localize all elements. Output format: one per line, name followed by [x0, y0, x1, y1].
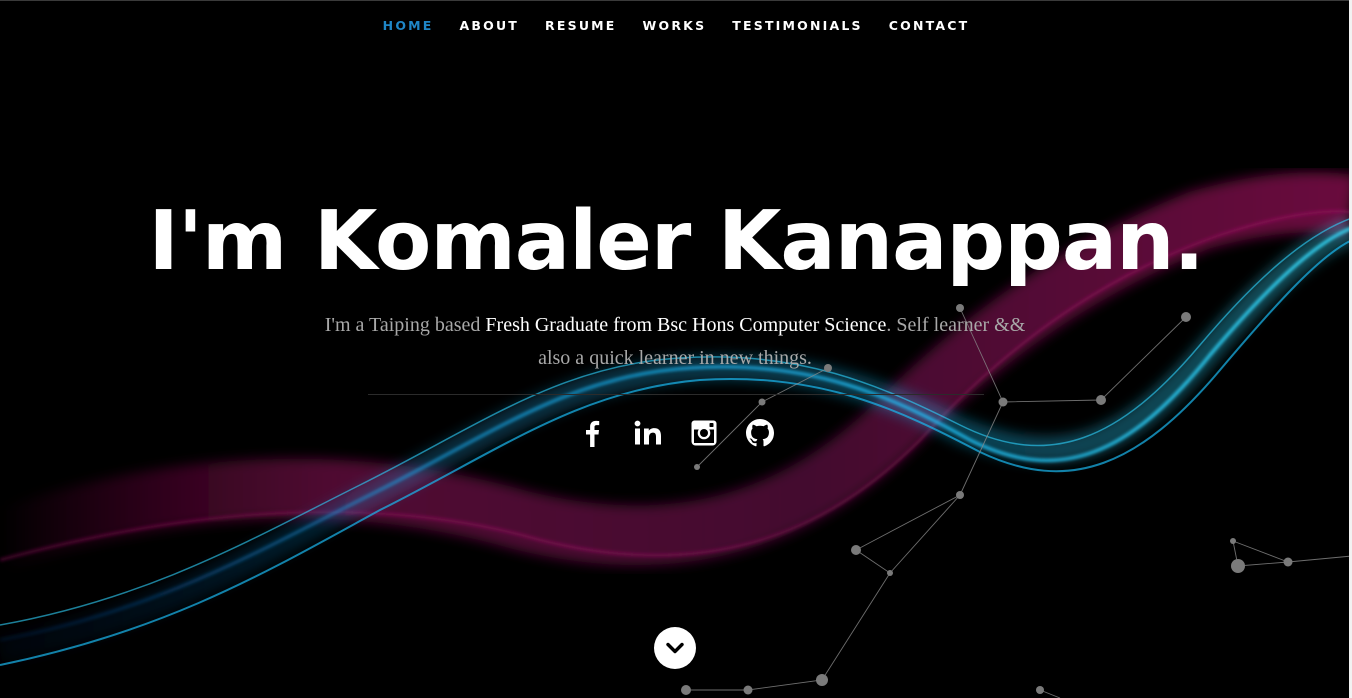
hero-section: I'm Komaler Kanappan. I'm a Taiping base… — [0, 0, 1352, 698]
hero-headline: I'm Komaler Kanappan. — [148, 194, 1204, 289]
tagline-prefix: I'm a Taiping based — [324, 314, 486, 336]
chevron-down-icon — [666, 642, 684, 654]
instagram-link[interactable] — [687, 414, 721, 452]
hero-divider — [368, 394, 984, 395]
github-icon — [746, 419, 774, 447]
instagram-icon — [691, 420, 717, 446]
linkedin-link[interactable] — [631, 414, 665, 452]
facebook-icon — [586, 420, 600, 447]
linkedin-icon — [634, 420, 661, 445]
tagline-highlight: Fresh Graduate from Bsc Hons Computer Sc… — [485, 314, 887, 336]
facebook-link[interactable] — [575, 414, 609, 452]
window-top-edge — [0, 0, 1352, 1]
social-links — [0, 414, 1352, 452]
scroll-down-button[interactable] — [654, 627, 696, 669]
hero-tagline: I'm a Taiping based Fresh Graduate from … — [320, 309, 1030, 375]
github-link[interactable] — [743, 414, 777, 452]
